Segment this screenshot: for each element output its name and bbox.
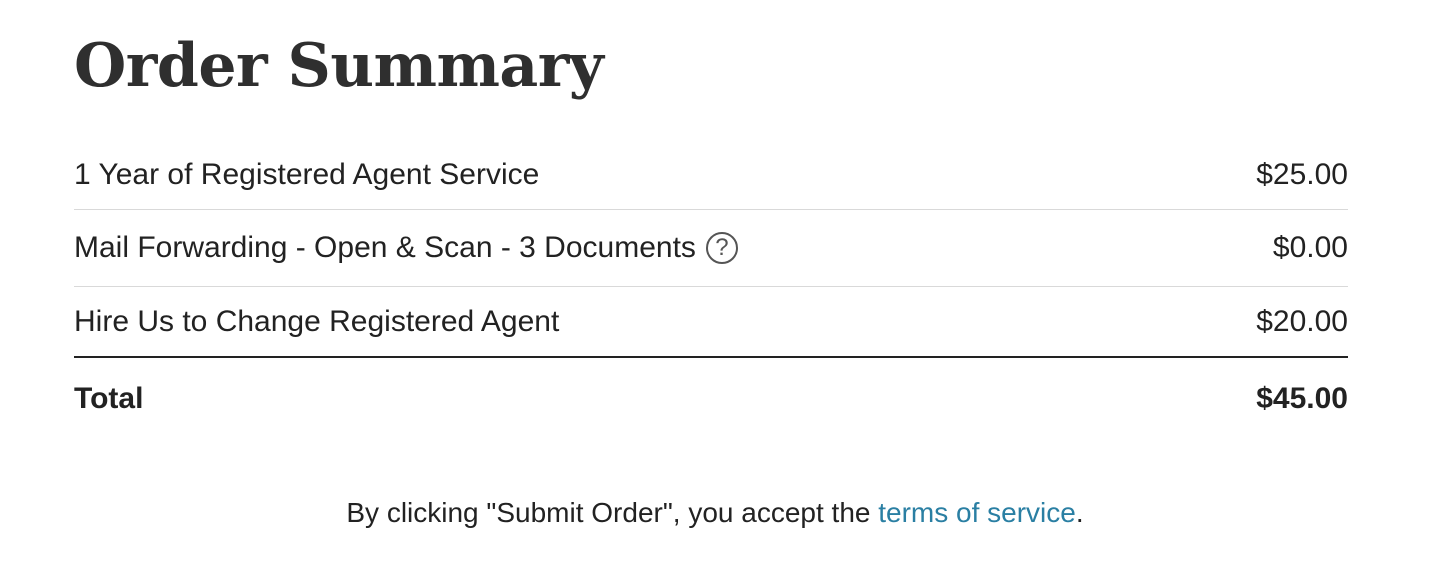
question-circle-icon[interactable]: ? — [705, 232, 738, 264]
terms-suffix: . — [1075, 497, 1084, 528]
line-item-price: $20.00 — [1256, 304, 1348, 338]
terms-of-service-link[interactable]: terms of service — [878, 497, 1076, 528]
line-item-label: Hire Us to Change Registered Agent — [74, 304, 560, 338]
line-item-price: $25.00 — [1256, 157, 1348, 191]
line-item-label-wrapper: Mail Forwarding - Open & Scan - 3 Docume… — [74, 231, 738, 265]
line-item-label: Mail Forwarding - Open & Scan - 3 Docume… — [74, 231, 696, 264]
line-item-registered-agent: 1 Year of Registered Agent Service $25.0… — [74, 140, 1348, 210]
total-label: Total — [74, 382, 144, 415]
line-item-price: $0.00 — [1272, 231, 1348, 264]
line-item-label: 1 Year of Registered Agent Service — [74, 157, 540, 191]
order-summary-page: Order Summary 1 Year of Registered Agent… — [0, 0, 1430, 564]
line-item-mail-forwarding: Mail Forwarding - Open & Scan - 3 Docume… — [74, 210, 1348, 287]
page-title: Order Summary — [74, 31, 604, 101]
order-total-row: Total $45.00 — [74, 358, 1348, 440]
total-price: $45.00 — [1256, 382, 1348, 415]
terms-notice: By clicking "Submit Order", you accept t… — [0, 497, 1430, 529]
order-summary-table: 1 Year of Registered Agent Service $25.0… — [74, 140, 1348, 440]
terms-prefix: By clicking "Submit Order", you accept t… — [346, 497, 879, 528]
line-item-change-agent: Hire Us to Change Registered Agent $20.0… — [74, 287, 1348, 358]
